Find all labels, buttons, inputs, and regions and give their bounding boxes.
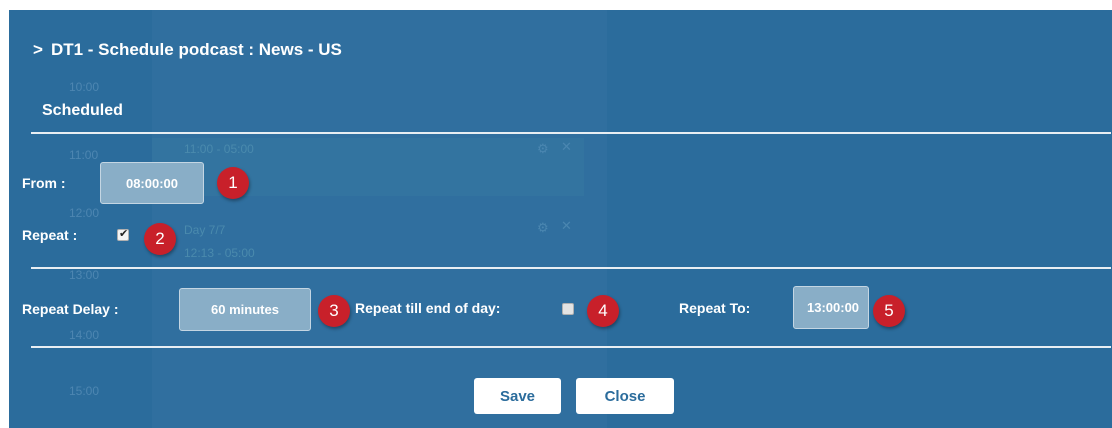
schedule-modal: 10:00 11:00 12:00 13:00 14:00 15:00 11:0… <box>9 10 1112 428</box>
chevron-right-icon: > <box>33 40 43 59</box>
background-calendar-column <box>152 10 607 428</box>
repeat-till-end-checkbox[interactable] <box>562 303 574 315</box>
repeat-to-label: Repeat To: <box>679 300 751 316</box>
from-label: From : <box>22 175 66 191</box>
callout-badge-1: 1 <box>217 167 249 199</box>
section-heading: Scheduled <box>42 102 123 119</box>
background-hour: 11:00 <box>69 148 99 162</box>
from-time-field[interactable]: 08:00:00 <box>100 162 204 204</box>
background-hour: 12:00 <box>69 206 100 220</box>
divider <box>31 132 1111 134</box>
modal-title: > DT1 - Schedule podcast : News - US <box>33 40 342 60</box>
callout-badge-4: 4 <box>587 295 619 327</box>
background-event-title: Day 7/7 <box>184 223 226 237</box>
settings-icon: ⚙ <box>537 220 549 235</box>
close-icon: ✕ <box>561 139 572 154</box>
close-button[interactable]: Close <box>576 378 674 414</box>
modal-title-text: DT1 - Schedule podcast : News - US <box>50 40 342 59</box>
repeat-checkbox[interactable] <box>117 227 129 241</box>
divider <box>31 346 1111 348</box>
callout-badge-5: 5 <box>873 295 905 327</box>
background-event-time: 11:00 - 05:00 <box>184 142 254 156</box>
background-hour: 15:00 <box>69 384 100 398</box>
background-hour: 14:00 <box>69 328 100 342</box>
repeat-label: Repeat : <box>22 227 78 243</box>
callout-badge-3: 3 <box>318 295 350 327</box>
repeat-till-end-label: Repeat till end of day: <box>355 300 501 316</box>
background-hour: 13:00 <box>69 268 100 282</box>
close-icon: ✕ <box>561 218 572 233</box>
callout-badge-2: 2 <box>144 223 176 255</box>
save-button[interactable]: Save <box>474 378 561 414</box>
background-hour: 10:00 <box>69 80 100 94</box>
settings-icon: ⚙ <box>537 141 549 156</box>
background-event-time: 12:13 - 05:00 <box>184 246 255 260</box>
repeat-delay-label: Repeat Delay : <box>22 301 119 317</box>
divider <box>31 267 1111 269</box>
repeat-to-field[interactable]: 13:00:00 <box>793 286 869 329</box>
repeat-delay-field[interactable]: 60 minutes <box>179 288 311 331</box>
